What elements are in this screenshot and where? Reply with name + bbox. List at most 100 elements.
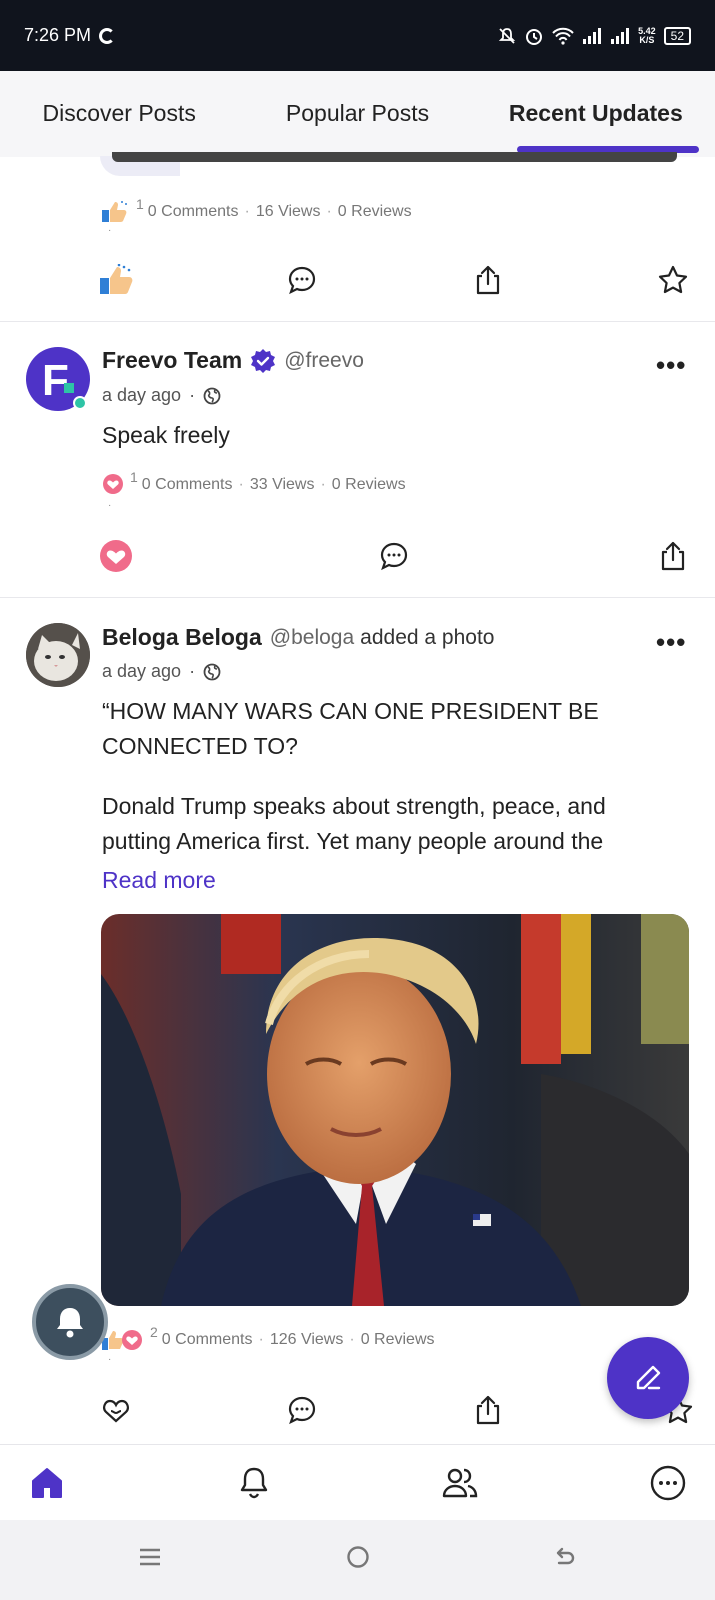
signal-icon-2 [611, 27, 630, 44]
heart-reaction-icon [102, 473, 126, 497]
post-stats: 2 0 Comments · 126 Views · 0 Reviews [102, 1324, 435, 1352]
post-time: a day ago [102, 385, 182, 405]
post-author-row: Freevo Team @freevo [102, 347, 364, 374]
read-more-link[interactable]: Read more [102, 867, 216, 894]
tab-popular-posts[interactable]: Popular Posts [238, 71, 476, 157]
share-button[interactable] [470, 262, 506, 298]
avatar[interactable] [26, 623, 90, 687]
separator: · [108, 1354, 112, 1365]
network-speed-unit: K/S [639, 34, 655, 45]
more-options-icon[interactable]: ••• [656, 350, 686, 381]
mute-icon [498, 27, 516, 44]
post-photo[interactable] [101, 914, 689, 1306]
post-body-line: “HOW MANY WARS CAN ONE PRESIDENT BE [102, 698, 599, 724]
like-button[interactable] [98, 538, 134, 574]
author-handle[interactable]: @beloga [270, 626, 354, 650]
views-count: 33 Views [249, 476, 315, 493]
separator: · [326, 203, 332, 220]
comment-button[interactable] [284, 262, 320, 298]
svg-text:F: F [42, 356, 69, 405]
bell-icon [57, 1308, 83, 1338]
nav-notifications[interactable] [234, 1463, 274, 1503]
reaction-count: 1 [136, 196, 144, 212]
alarm-icon [526, 28, 543, 45]
tab-discover-posts[interactable]: Discover Posts [0, 71, 238, 157]
post-stats: 1 0 Comments · 16 Views · 0 Reviews [102, 196, 412, 224]
recents-button[interactable] [138, 1544, 162, 1576]
back-button[interactable] [552, 1544, 576, 1576]
network-speed: 5.42 K/S [638, 26, 656, 45]
separator: · [320, 476, 326, 493]
post-meta: a day ago · [102, 661, 221, 682]
comments-count[interactable]: 0 Comments [148, 203, 239, 221]
battery-icon: 52 [663, 26, 691, 45]
nav-home[interactable] [27, 1463, 67, 1503]
separator: · [258, 1331, 264, 1348]
comments-count[interactable]: 0 Comments [142, 476, 233, 494]
post-divider [0, 321, 715, 322]
author-handle[interactable]: @freevo [284, 349, 364, 373]
separator: · [189, 385, 196, 405]
author-name[interactable]: Freevo Team [102, 347, 242, 374]
reviews-count[interactable]: 0 Reviews [361, 1331, 435, 1349]
nav-people[interactable] [440, 1463, 480, 1503]
bookmark-star-button[interactable] [655, 262, 691, 298]
post-action-text: added a photo [360, 625, 495, 649]
post-body: Speak freely [102, 422, 230, 448]
comment-button[interactable] [376, 538, 412, 574]
people-icon [442, 1468, 478, 1498]
post-actions [0, 538, 715, 578]
chat-icon [650, 1465, 686, 1501]
more-options-icon[interactable]: ••• [656, 627, 686, 658]
post-stats: 1 0 Comments · 33 Views · 0 Reviews [102, 469, 406, 497]
post-body-line: putting America first. Yet many people a… [102, 828, 604, 854]
signal-icon [583, 27, 602, 44]
online-indicator [73, 396, 87, 410]
separator: · [108, 225, 112, 236]
status-time: 7:26 PM [24, 25, 92, 45]
views-count: 16 Views [255, 203, 321, 220]
post-body-line: CONNECTED TO? [102, 733, 298, 759]
globe-icon [203, 663, 221, 680]
thumbs-up-heart-reaction-icon [102, 1328, 146, 1352]
separator: · [244, 203, 250, 220]
post-author-row: Beloga Beloga @beloga added a photo [102, 624, 494, 651]
bell-icon [240, 1467, 268, 1499]
sync-icon [99, 27, 116, 44]
verified-badge-icon [250, 348, 276, 374]
comments-count[interactable]: 0 Comments [162, 1331, 253, 1349]
reviews-count[interactable]: 0 Reviews [332, 476, 406, 494]
share-button[interactable] [655, 538, 691, 574]
post-actions [0, 262, 715, 302]
post-divider [0, 597, 715, 598]
notification-bell-button[interactable] [32, 1284, 108, 1360]
status-bar: 7:26 PM 5.42 K/S 52 [0, 0, 715, 71]
like-button[interactable] [98, 262, 134, 298]
separator: · [238, 476, 244, 493]
separator: · [108, 500, 112, 511]
views-count: 126 Views [269, 1331, 344, 1348]
reaction-count: 2 [150, 1324, 158, 1340]
comment-button[interactable] [284, 1392, 320, 1428]
nav-chat[interactable] [648, 1463, 688, 1503]
reaction-count: 1 [130, 469, 138, 485]
author-name[interactable]: Beloga Beloga [102, 624, 262, 651]
home-icon [32, 1468, 62, 1498]
thumbs-up-reaction-icon [102, 200, 132, 224]
reviews-count[interactable]: 0 Reviews [338, 203, 412, 221]
post-actions [0, 1392, 715, 1432]
bottom-nav [0, 1444, 715, 1520]
home-button[interactable] [346, 1544, 370, 1576]
globe-icon [203, 387, 221, 404]
status-icons: 5.42 K/S 52 [498, 26, 691, 46]
pencil-icon [636, 1365, 661, 1390]
separator: · [349, 1331, 355, 1348]
post-meta: a day ago · [102, 385, 221, 406]
like-button[interactable] [98, 1392, 134, 1428]
share-button[interactable] [470, 1392, 506, 1428]
compose-post-button[interactable] [607, 1337, 689, 1419]
tab-recent-updates[interactable]: Recent Updates [477, 71, 715, 157]
post-time: a day ago [102, 661, 182, 681]
wifi-icon [552, 27, 574, 45]
post-body-line: Donald Trump speaks about strength, peac… [102, 793, 606, 819]
